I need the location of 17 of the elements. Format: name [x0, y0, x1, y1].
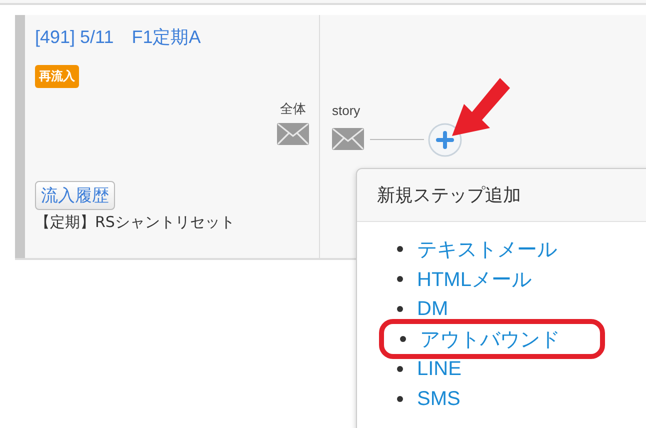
step-type-link[interactable]: DM: [417, 298, 448, 320]
node-label: story: [332, 103, 360, 118]
step-description: 【定期】RSシャントリセット: [35, 213, 236, 232]
step-type-link[interactable]: アウトバウンド: [420, 326, 560, 352]
step-title-link[interactable]: [491] 5/11 F1定期A: [35, 25, 201, 49]
total-label: 全体: [280, 100, 306, 118]
envelope-icon[interactable]: [332, 128, 364, 150]
step-type-link[interactable]: LINE: [417, 358, 462, 380]
envelope-icon[interactable]: [277, 123, 309, 145]
step-type-link[interactable]: SMS: [417, 388, 460, 410]
popover-title: 新規ステップ追加: [377, 185, 521, 206]
reentry-badge: 再流入: [35, 65, 79, 88]
step-type-link[interactable]: HTMLメール: [417, 266, 532, 292]
add-step-icon[interactable]: [428, 123, 462, 157]
history-button[interactable]: 流入履歴: [35, 181, 115, 210]
pointer-arrow: [450, 76, 512, 138]
step-type-link[interactable]: テキストメール: [417, 236, 557, 262]
